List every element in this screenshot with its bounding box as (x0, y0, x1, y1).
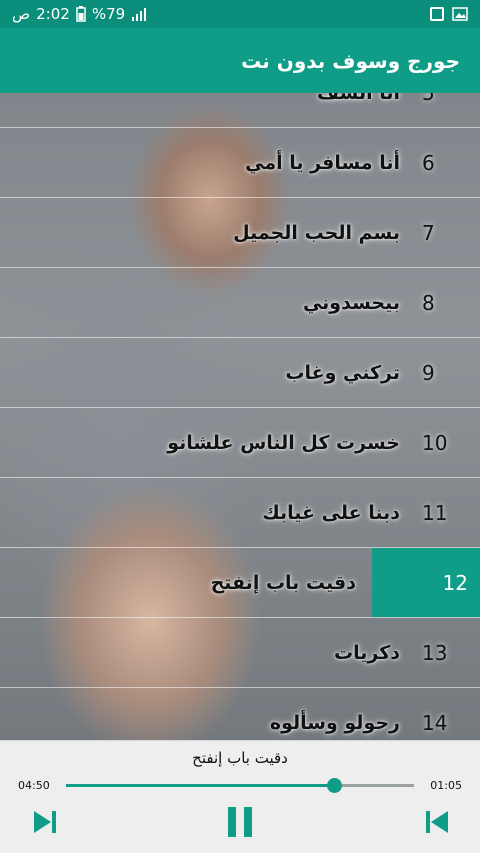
song-title: تركني وغاب (285, 361, 400, 384)
song-list[interactable]: أنا الشف 5 أنا مسافر يا أمي 6 بسم الحب ا… (0, 93, 480, 740)
song-title: دقيت باب إنفتح (210, 571, 356, 594)
pause-icon (228, 807, 252, 837)
now-playing-title: دقيت باب إنفتح (192, 749, 288, 767)
song-title: أنا مسافر يا أمي (245, 151, 400, 174)
song-title: رحولو وسألوه (269, 711, 400, 734)
song-row[interactable]: بسم الحب الجميل 7 (0, 198, 480, 268)
song-number: 11 (422, 500, 448, 525)
song-row[interactable]: بيحسدوني 8 (0, 268, 480, 338)
song-title: بيحسدوني (302, 291, 400, 314)
song-title: دبنا على غيابك (262, 501, 400, 524)
app-bar: جورج وسوف بدون نت (0, 28, 480, 93)
song-row[interactable]: أنا مسافر يا أمي 6 (0, 128, 480, 198)
song-row[interactable]: أنا الشف 5 (0, 93, 480, 128)
status-right (430, 7, 468, 21)
previous-icon (426, 811, 448, 833)
image-icon (452, 7, 468, 21)
song-number: 14 (422, 710, 448, 735)
song-number: 8 (422, 290, 435, 315)
seek-thumb[interactable] (327, 778, 342, 793)
seek-progress (66, 784, 334, 787)
battery-percent: %79 (91, 5, 126, 23)
song-title: أنا الشف (317, 93, 420, 104)
pause-button[interactable] (222, 805, 258, 839)
song-number: 7 (422, 220, 435, 245)
duration-label: 04:50 (18, 779, 50, 792)
status-time: 2:02 (36, 5, 70, 23)
song-row-active[interactable]: دقيت باب إنفتح 12 (0, 548, 480, 618)
song-number: 10 (422, 430, 448, 455)
song-title: بسم الحب الجميل (233, 221, 400, 244)
song-number-highlight: 12 (372, 548, 480, 617)
elapsed-label: 01:05 (430, 779, 462, 792)
previous-button[interactable] (420, 805, 454, 839)
app-title: جورج وسوف بدون نت (241, 48, 460, 73)
status-period: ص (12, 5, 31, 23)
profile-notification-icon (430, 7, 444, 21)
status-bar: ص 2:02 %79 (0, 0, 480, 28)
song-number: 5 (420, 93, 480, 127)
signal-icon (132, 8, 147, 21)
song-number: 6 (422, 150, 435, 175)
song-row[interactable]: تركني وغاب 9 (0, 338, 480, 408)
status-left: ص 2:02 %79 (12, 5, 149, 23)
song-number: 13 (422, 640, 448, 665)
song-row[interactable]: رحولو وسألوه 14 (0, 688, 480, 740)
battery-icon (76, 6, 86, 22)
song-title: دكريات (334, 641, 400, 664)
song-number: 9 (422, 360, 435, 385)
song-row[interactable]: خسرت كل الناس علشانو 10 (0, 408, 480, 478)
next-button[interactable] (28, 805, 62, 839)
next-icon (34, 811, 56, 833)
song-row[interactable]: دبنا على غيابك 11 (0, 478, 480, 548)
song-row[interactable]: دكريات 13 (0, 618, 480, 688)
player-bar: دقيت باب إنفتح 04:50 01:05 (0, 740, 480, 853)
song-title: خسرت كل الناس علشانو (167, 431, 400, 454)
